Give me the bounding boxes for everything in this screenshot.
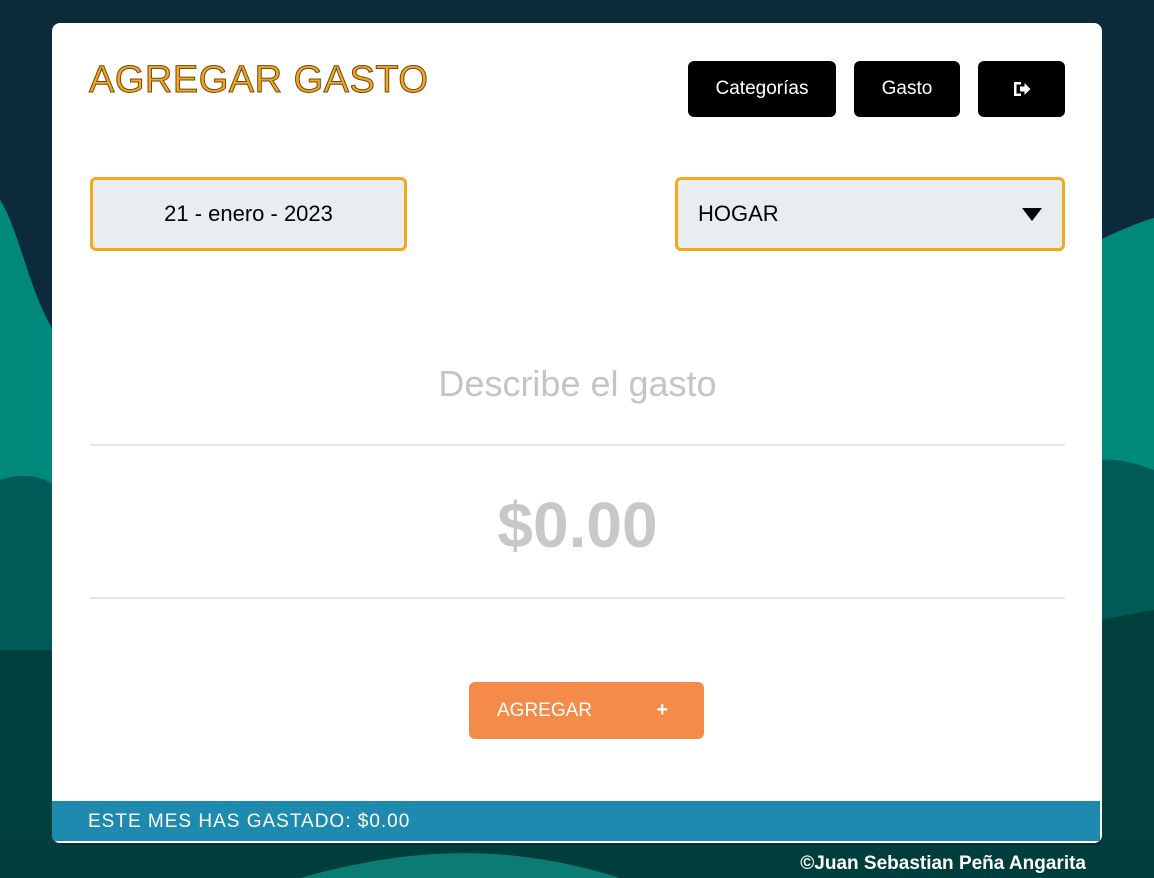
expenses-button[interactable]: Gasto: [854, 61, 960, 117]
monthly-summary-bar: ESTE MES HAS GASTADO: $0.00: [52, 801, 1102, 843]
copyright-text: ©Juan Sebastian Peña Angarita: [800, 853, 1086, 874]
top-nav: Categorías Gasto: [688, 61, 1065, 117]
divider: [90, 444, 1065, 446]
category-select[interactable]: HOGAR: [675, 177, 1065, 251]
add-expense-card: AGREGAR GASTO Categorías Gasto 21 - ener…: [52, 23, 1102, 843]
categories-button[interactable]: Categorías: [688, 61, 836, 117]
page-title: AGREGAR GASTO: [88, 59, 429, 101]
logout-icon: [1013, 82, 1030, 96]
chevron-down-icon: [1022, 207, 1042, 221]
plus-icon: +: [656, 699, 668, 721]
date-value: 21 - enero - 2023: [164, 201, 333, 226]
add-button-label: AGREGAR: [497, 699, 593, 721]
category-value: HOGAR: [698, 201, 779, 226]
amount-input[interactable]: $0.00: [90, 475, 1065, 575]
logout-button[interactable]: [978, 61, 1065, 117]
add-expense-button[interactable]: AGREGAR +: [469, 682, 704, 739]
description-input[interactable]: Describe el gasto: [90, 343, 1065, 425]
date-picker[interactable]: 21 - enero - 2023: [90, 177, 407, 251]
divider: [90, 597, 1065, 599]
